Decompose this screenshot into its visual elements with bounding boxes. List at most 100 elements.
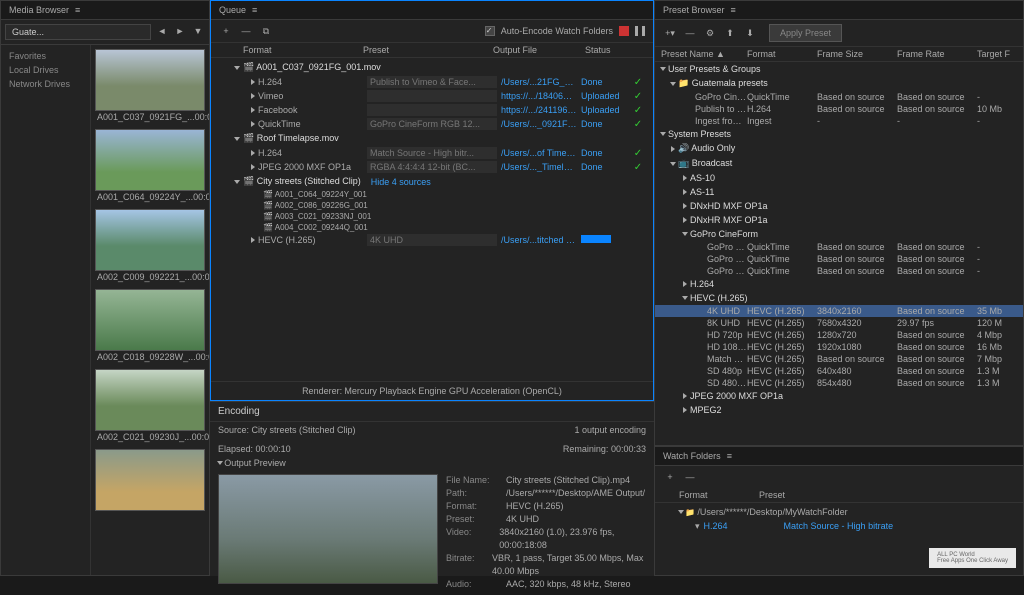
tree-local-drives[interactable]: Local Drives bbox=[5, 63, 86, 77]
watch-col-format[interactable]: Format bbox=[679, 490, 759, 500]
media-browser-title: Media Browser bbox=[9, 5, 69, 15]
menu-icon[interactable]: ≡ bbox=[75, 5, 80, 15]
settings-icon[interactable]: ⚙ bbox=[703, 26, 717, 40]
pause-button[interactable] bbox=[635, 26, 645, 36]
export-icon[interactable]: ⬇ bbox=[743, 26, 757, 40]
back-icon[interactable]: ◄ bbox=[155, 24, 169, 38]
chevron-icon: ▾ bbox=[695, 521, 700, 532]
thumbnail-item[interactable]: A001_C064_09224Y_...00:00:04:08 bbox=[95, 129, 205, 203]
chevron-down-icon[interactable] bbox=[217, 461, 223, 465]
queue-row[interactable]: HEVC (H.265)4K UHD/Users/...titched Clip… bbox=[215, 233, 649, 247]
remove-preset-icon[interactable]: — bbox=[683, 26, 697, 40]
thumbnail-list[interactable]: A001_C037_0921FG_...00:00:26:00A001_C064… bbox=[91, 45, 209, 575]
stop-button[interactable] bbox=[619, 26, 629, 36]
col-preset[interactable]: Preset bbox=[363, 45, 493, 55]
preset-group[interactable]: MPEG2 bbox=[655, 403, 1023, 417]
queue-body[interactable]: 🎬 A001_C037_0921FG_001.mov H.264Publish … bbox=[211, 58, 653, 381]
preset-columns: Preset Name ▲ Format Frame Size Frame Ra… bbox=[655, 47, 1023, 62]
preset-row[interactable]: GoPro CineForm RGB 12-bit with alphaQuic… bbox=[655, 241, 1023, 253]
add-icon[interactable]: + bbox=[219, 24, 233, 38]
preset-group[interactable]: DNxHR MXF OP1a bbox=[655, 213, 1023, 227]
preset-row[interactable]: HD 720pHEVC (H.265)1280x720Based on sour… bbox=[655, 329, 1023, 341]
tree-favorites[interactable]: Favorites bbox=[5, 49, 86, 63]
apply-preset-button[interactable]: Apply Preset bbox=[769, 24, 842, 42]
preset-group[interactable]: 🔊 Audio Only bbox=[655, 141, 1023, 156]
queue-source-item[interactable]: 🎬 A003_C021_09233NJ_001 bbox=[215, 211, 649, 222]
preset-title: Preset Browser bbox=[663, 5, 725, 15]
remove-icon[interactable]: — bbox=[239, 24, 253, 38]
preset-group[interactable]: 📺 Broadcast bbox=[655, 156, 1023, 171]
preset-row[interactable]: GoPro CineForm RGB 12-bit with alpha (Al… bbox=[655, 91, 1023, 103]
import-icon[interactable]: ⬆ bbox=[723, 26, 737, 40]
thumbnail-item[interactable]: A002_C009_092221_...00:00:10:04 bbox=[95, 209, 205, 283]
meta-label: Bitrate: bbox=[446, 552, 492, 578]
menu-icon[interactable]: ≡ bbox=[731, 5, 736, 15]
preset-row[interactable]: GoPro CineForm YUV 10-bitQuickTimeBased … bbox=[655, 265, 1023, 277]
tree-network-drives[interactable]: Network Drives bbox=[5, 77, 86, 91]
add-watch-icon[interactable]: + bbox=[663, 470, 677, 484]
watch-preset[interactable]: Match Source - High bitrate bbox=[784, 521, 894, 532]
preset-row[interactable]: Match Source - High BitrateHEVC (H.265)B… bbox=[655, 353, 1023, 365]
add-preset-icon[interactable]: +▾ bbox=[663, 26, 677, 40]
preset-group[interactable]: JPEG 2000 MXF OP1a bbox=[655, 389, 1023, 403]
duplicate-icon[interactable]: ⧉ bbox=[259, 24, 273, 38]
col-frame-rate[interactable]: Frame Rate bbox=[897, 49, 977, 59]
preset-row[interactable]: GoPro CineForm RGB 12-bit with alpha...Q… bbox=[655, 253, 1023, 265]
queue-row[interactable]: JPEG 2000 MXF OP1aRGBA 4:4:4:4 12-bit (B… bbox=[215, 160, 649, 174]
forward-icon[interactable]: ► bbox=[173, 24, 187, 38]
watch-col-preset[interactable]: Preset bbox=[759, 490, 785, 500]
filter-icon[interactable]: ▼ bbox=[191, 24, 205, 38]
remove-watch-icon[interactable]: — bbox=[683, 470, 697, 484]
preset-body[interactable]: User Presets & Groups 📁 Guatemala preset… bbox=[655, 62, 1023, 445]
watch-folder-row[interactable]: 📁 /Users/******/Desktop/MyWatchFolder bbox=[663, 505, 1015, 519]
watch-format[interactable]: H.264 bbox=[704, 521, 784, 532]
menu-icon[interactable]: ≡ bbox=[727, 451, 732, 461]
queue-source-item[interactable]: 🎬 A001_C064_09224Y_001 bbox=[215, 189, 649, 200]
queue-group[interactable]: 🎬 Roof Timelapse.mov bbox=[215, 131, 649, 146]
col-target[interactable]: Target F bbox=[977, 49, 1017, 59]
thumbnail-item[interactable]: A001_C037_0921FG_...00:00:26:00 bbox=[95, 49, 205, 123]
preset-group[interactable]: 📁 Guatemala presets bbox=[655, 76, 1023, 91]
queue-row[interactable]: H.264Match Source - High bitr.../Users/.… bbox=[215, 146, 649, 160]
folder-dropdown[interactable]: Guate... bbox=[5, 24, 151, 40]
col-frame-size[interactable]: Frame Size bbox=[817, 49, 897, 59]
queue-row[interactable]: Facebook https://.../2411961460283Upload… bbox=[215, 103, 649, 117]
preset-row[interactable]: 8K UHDHEVC (H.265)7680x432029.97 fps120 … bbox=[655, 317, 1023, 329]
col-status[interactable]: Status bbox=[585, 45, 645, 55]
menu-icon[interactable]: ≡ bbox=[252, 5, 257, 15]
queue-row[interactable]: Vimeo https://.../184066142Uploaded✓ bbox=[215, 89, 649, 103]
media-browser-header: Media Browser ≡ bbox=[1, 1, 209, 20]
preset-group[interactable]: System Presets bbox=[655, 127, 1023, 141]
col-format[interactable]: Format bbox=[243, 45, 363, 55]
renderer-value[interactable]: Mercury Playback Engine GPU Acceleration… bbox=[344, 386, 562, 396]
queue-group[interactable]: 🎬 City streets (Stitched Clip)Hide 4 sou… bbox=[215, 174, 649, 189]
preset-group[interactable]: GoPro CineForm bbox=[655, 227, 1023, 241]
preset-group[interactable]: AS-10 bbox=[655, 171, 1023, 185]
queue-source-item[interactable]: 🎬 A002_C086_09226G_001 bbox=[215, 200, 649, 211]
queue-source-item[interactable]: 🎬 A004_C002_09244Q_001 bbox=[215, 222, 649, 233]
preset-group[interactable]: AS-11 bbox=[655, 185, 1023, 199]
preset-group[interactable]: DNxHD MXF OP1a bbox=[655, 199, 1023, 213]
preset-row[interactable]: HD 1080pHEVC (H.265)1920x1080Based on so… bbox=[655, 341, 1023, 353]
watch-preset-row[interactable]: ▾ H.264 Match Source - High bitrate bbox=[663, 519, 1015, 534]
chevron-icon[interactable] bbox=[678, 510, 684, 514]
thumbnail-item[interactable]: A002_C021_09230J_...00:00:10:14 bbox=[95, 369, 205, 443]
preset-row[interactable]: SD 480p WideHEVC (H.265)854x480Based on … bbox=[655, 377, 1023, 389]
thumbnail-item[interactable] bbox=[95, 449, 205, 513]
preset-group[interactable]: H.264 bbox=[655, 277, 1023, 291]
preset-group[interactable]: User Presets & Groups bbox=[655, 62, 1023, 76]
preset-row[interactable]: 4K UHDHEVC (H.265)3840x2160Based on sour… bbox=[655, 305, 1023, 317]
queue-row[interactable]: QuickTimeGoPro CineForm RGB 12.../Users/… bbox=[215, 117, 649, 131]
queue-row[interactable]: H.264Publish to Vimeo & Face.../Users/..… bbox=[215, 75, 649, 89]
preset-row[interactable]: Publish to Vimeo & FacebookH.264Based on… bbox=[655, 103, 1023, 115]
col-preset-name[interactable]: Preset Name ▲ bbox=[661, 49, 747, 59]
queue-group[interactable]: 🎬 A001_C037_0921FG_001.mov bbox=[215, 60, 649, 75]
preset-row[interactable]: SD 480pHEVC (H.265)640x480Based on sourc… bbox=[655, 365, 1023, 377]
hide-sources-link[interactable]: Hide 4 sources bbox=[371, 177, 431, 187]
preset-group[interactable]: HEVC (H.265) bbox=[655, 291, 1023, 305]
auto-encode-checkbox[interactable] bbox=[485, 26, 495, 36]
col-output[interactable]: Output File bbox=[493, 45, 585, 55]
col-format[interactable]: Format bbox=[747, 49, 817, 59]
preset-row[interactable]: Ingest from cameraIngest--- bbox=[655, 115, 1023, 127]
thumbnail-item[interactable]: A002_C018_09228W_...00:00:08:13 bbox=[95, 289, 205, 363]
